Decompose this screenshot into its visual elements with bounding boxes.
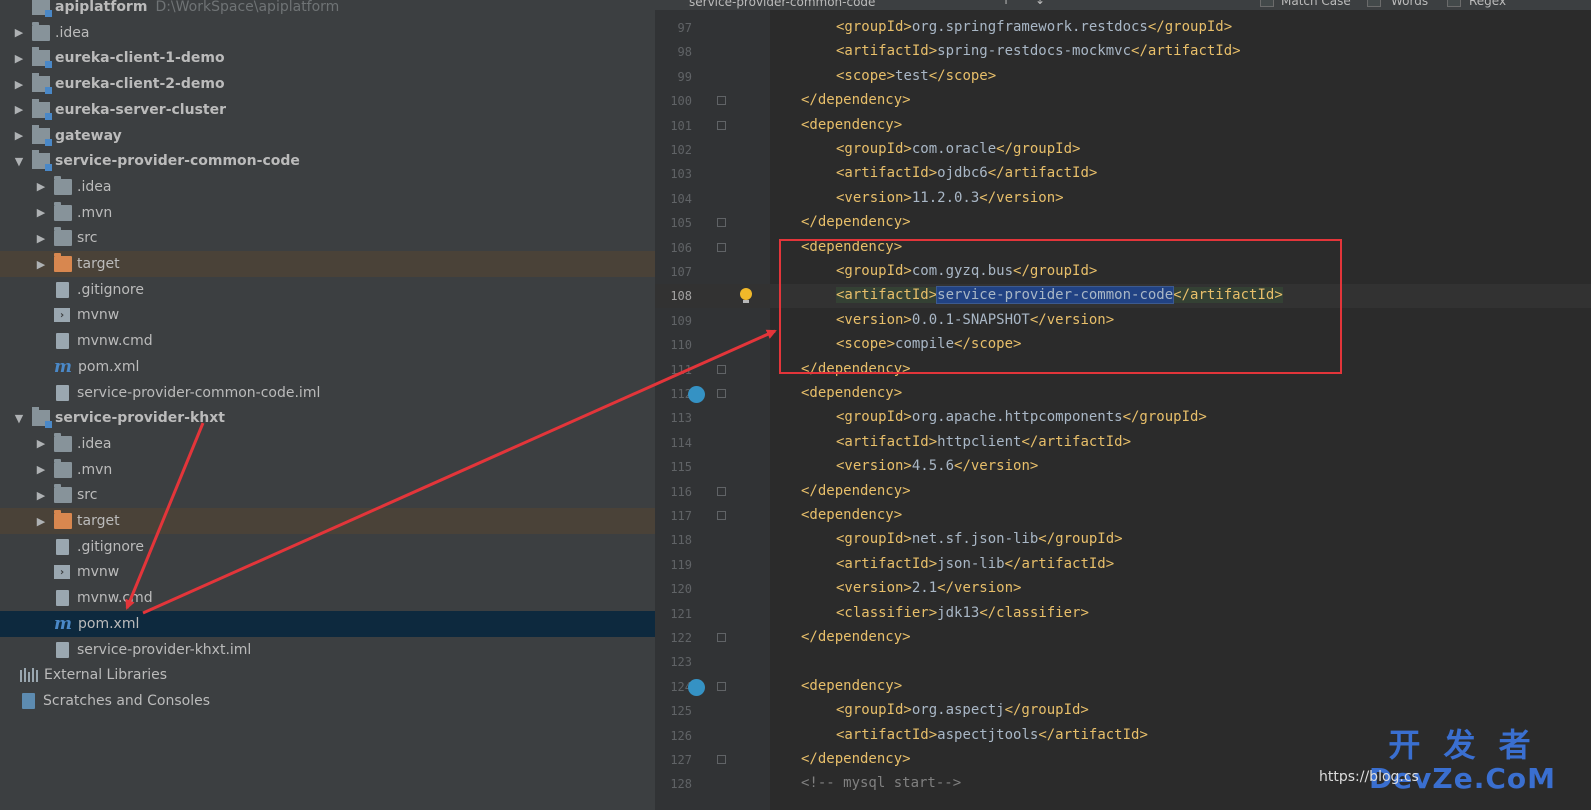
watermark-line1: 开 发 者 <box>1388 726 1537 764</box>
annotation-arrows <box>125 329 777 615</box>
watermark-url: https://blog.cs <box>1319 769 1419 785</box>
watermark: 开 发 者 DevZe.CoM <box>1369 728 1556 796</box>
arrow-to-pom <box>125 422 205 610</box>
arrow-to-dependency <box>142 329 777 615</box>
